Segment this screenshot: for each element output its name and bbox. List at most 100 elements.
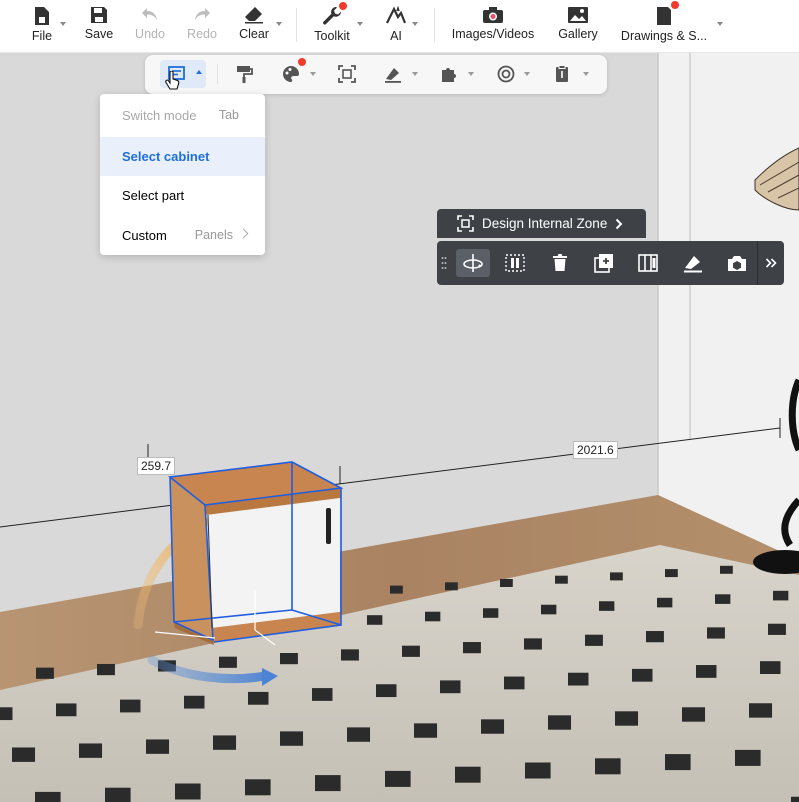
target-icon[interactable] <box>494 62 518 86</box>
chevron-down-icon[interactable] <box>583 72 589 76</box>
cabinet[interactable] <box>154 461 344 646</box>
clipboard-icon[interactable] <box>550 62 574 86</box>
puzzle-icon[interactable] <box>437 62 461 86</box>
toolkit-label: Toolkit <box>314 29 350 43</box>
floor-tile <box>36 667 54 679</box>
floor-tile <box>615 711 639 726</box>
redo-button[interactable]: Redo <box>182 0 222 52</box>
chevron-down-icon[interactable] <box>412 72 418 76</box>
design-internal-zone-button[interactable]: Design Internal Zone <box>437 209 646 238</box>
floor-tile <box>175 783 201 800</box>
floor-tile <box>524 638 542 650</box>
gallery-button[interactable]: Gallery <box>554 0 602 52</box>
custom-label: Custom <box>122 228 167 243</box>
depth-dimension-label[interactable]: 259.7 <box>137 457 176 475</box>
floor-tile <box>56 703 77 717</box>
undo-label: Undo <box>135 27 165 41</box>
align-icon <box>505 254 525 272</box>
floor-tile <box>440 680 461 694</box>
floor-tile <box>525 762 551 779</box>
ai-label: AI <box>390 29 402 43</box>
images-videos-button[interactable]: Images/Videos <box>446 0 540 52</box>
split-button[interactable] <box>634 249 662 277</box>
floor-tile <box>367 615 383 625</box>
drag-handle-icon[interactable] <box>441 256 447 270</box>
floor-tile <box>248 691 269 705</box>
floor-tile <box>768 623 786 635</box>
undo-button[interactable]: Undo <box>130 0 170 52</box>
clear-menu[interactable]: Clear <box>234 0 274 52</box>
edge-button[interactable] <box>679 249 707 277</box>
wall-length-dimension-label[interactable]: 2021.6 <box>573 441 618 459</box>
zone-icon <box>457 215 474 232</box>
floor-tile <box>280 731 304 746</box>
custom-item[interactable]: Custom Panels <box>100 216 265 255</box>
chevron-down-icon[interactable] <box>310 72 316 76</box>
align-button[interactable] <box>501 249 529 277</box>
save-icon <box>91 7 107 23</box>
ai-icon <box>386 6 407 24</box>
duplicate-button[interactable] <box>590 249 618 277</box>
floor-tile <box>376 684 397 698</box>
replace-model-button[interactable] <box>723 249 751 277</box>
ai-menu[interactable]: AI <box>376 0 416 52</box>
edge-banding-icon[interactable] <box>381 62 405 86</box>
images-videos-label: Images/Videos <box>451 27 535 41</box>
drawings-menu[interactable]: Drawings & S... <box>616 0 712 52</box>
file-menu[interactable]: File <box>22 0 62 52</box>
floor-tile <box>646 631 664 643</box>
document-icon <box>657 7 671 25</box>
floor-tile <box>657 597 673 608</box>
replace-model-icon <box>728 256 746 271</box>
floor-tile <box>402 645 420 657</box>
expand-toolbar-button[interactable] <box>759 249 783 277</box>
floor-tile <box>35 791 61 802</box>
notification-dot <box>339 2 347 10</box>
duplicate-icon <box>594 254 613 273</box>
floor-tile <box>610 572 623 581</box>
select-cabinet-label: Select cabinet <box>122 149 210 164</box>
frame-select-icon[interactable] <box>335 62 359 86</box>
chevron-down-icon[interactable] <box>717 22 723 26</box>
floor-tile <box>341 649 359 661</box>
chevron-down-icon[interactable] <box>357 22 363 26</box>
hand-cursor-icon <box>165 71 180 90</box>
chevron-right-icon <box>616 218 623 229</box>
chevron-right-icon <box>238 228 249 239</box>
floor-tile <box>463 642 481 654</box>
divider <box>217 64 218 84</box>
delete-button[interactable] <box>546 249 574 277</box>
wrench-icon <box>323 7 342 25</box>
floor-tile <box>773 590 789 601</box>
floor-tile <box>541 604 557 615</box>
file-label: File <box>31 29 53 43</box>
chevron-down-icon[interactable] <box>60 22 66 26</box>
trash-icon <box>553 254 567 271</box>
floor-tile <box>707 627 725 639</box>
paint-roller-icon[interactable] <box>233 62 257 86</box>
floor-tile <box>595 758 621 775</box>
floor-tile <box>146 739 170 754</box>
rotate-button[interactable] <box>456 249 490 277</box>
floor-tile <box>720 565 733 574</box>
save-button[interactable]: Save <box>80 0 118 52</box>
floor-tile <box>245 779 271 796</box>
floor-tile <box>696 665 717 678</box>
select-mode-dropdown: Switch mode Tab Select cabinet Select pa… <box>100 94 265 255</box>
redo-icon <box>195 8 210 21</box>
chevron-down-icon[interactable] <box>468 72 474 76</box>
double-chevron-right-icon <box>765 258 777 268</box>
select-part-label: Select part <box>122 188 185 203</box>
chevron-down-icon[interactable] <box>412 22 418 26</box>
chevron-down-icon[interactable] <box>276 22 282 26</box>
floor-tile <box>749 703 773 718</box>
chevron-down-icon[interactable] <box>524 72 530 76</box>
chevron-up-icon[interactable] <box>196 70 202 74</box>
select-cabinet-item[interactable]: Select cabinet <box>100 137 265 176</box>
floor-tile <box>599 601 615 611</box>
design-internal-zone-label: Design Internal Zone <box>482 216 608 231</box>
notification-dot <box>671 1 679 9</box>
select-part-item[interactable]: Select part <box>100 176 265 215</box>
floor-tile <box>390 585 403 594</box>
toolkit-menu[interactable]: Toolkit <box>310 0 354 52</box>
